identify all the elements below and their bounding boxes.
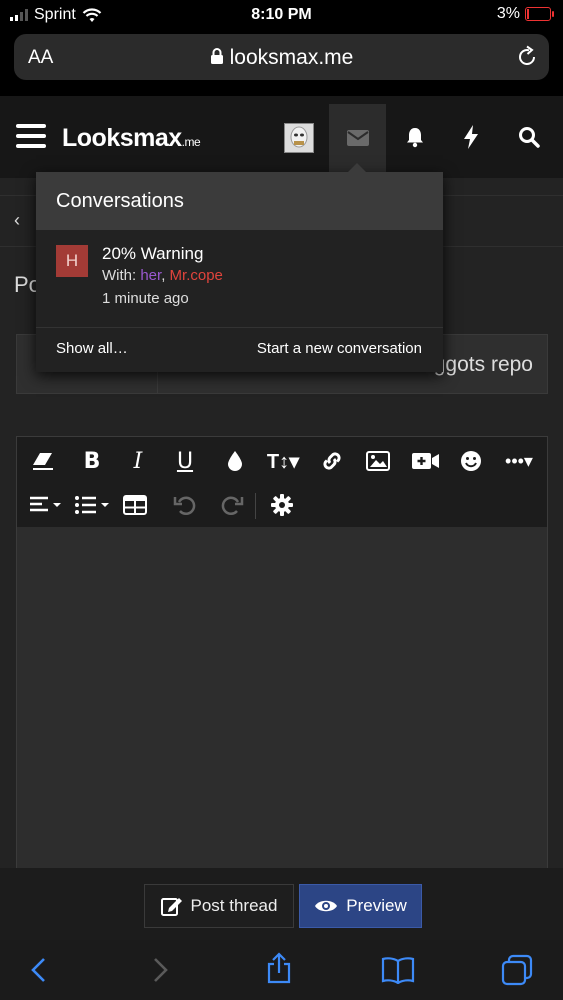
link-icon[interactable] [314, 443, 350, 479]
battery-percent: 3% [496, 5, 520, 22]
post-thread-label: Post thread [190, 896, 278, 915]
chevron-left-icon[interactable]: ‹ [14, 210, 20, 231]
font-size-icon[interactable]: T↕▾ [261, 443, 305, 479]
site-header: Looksmax.me [0, 96, 563, 178]
forward-icon[interactable] [153, 957, 169, 983]
lightning-icon[interactable] [463, 125, 479, 149]
color-icon[interactable] [217, 443, 253, 479]
popup-footer: Show all… Start a new conversation [36, 327, 443, 373]
video-icon[interactable] [408, 443, 444, 479]
url-text: looksmax.me [229, 46, 354, 69]
tabs-icon[interactable] [501, 954, 533, 986]
user-avatar[interactable] [284, 123, 314, 153]
toolbar-divider [255, 493, 256, 519]
url-display[interactable]: looksmax.me [14, 46, 549, 70]
bookmarks-icon[interactable] [381, 956, 415, 984]
editor-toolbar: B I U T↕▾ •••▾ [17, 437, 547, 527]
start-conversation-link[interactable]: Start a new conversation [257, 340, 422, 357]
list-icon[interactable] [70, 487, 114, 523]
participant-link[interactable]: Mr.cope [170, 267, 223, 284]
battery-icon [525, 7, 554, 21]
edit-icon [160, 898, 182, 916]
browser-address-area: AA looksmax.me [0, 30, 563, 96]
eye-icon [315, 900, 338, 912]
back-icon[interactable] [30, 957, 46, 983]
participant-link[interactable]: her [140, 267, 161, 284]
form-actions: Post thread Preview [0, 868, 563, 940]
bold-icon[interactable]: B [74, 443, 110, 479]
undo-icon[interactable] [167, 487, 203, 523]
lock-icon [210, 48, 223, 64]
share-icon[interactable] [265, 952, 293, 984]
address-bar[interactable]: AA looksmax.me [14, 34, 549, 80]
popup-pointer [348, 163, 366, 172]
thread-title-value: ggots repo [433, 353, 533, 376]
table-icon[interactable] [117, 487, 153, 523]
underline-icon[interactable]: U [167, 443, 203, 479]
preview-button[interactable]: Preview [299, 884, 422, 928]
show-all-link[interactable]: Show all… [56, 340, 128, 357]
conversation-title[interactable]: 20% Warning [102, 244, 203, 264]
align-icon[interactable] [23, 487, 67, 523]
envelope-icon [347, 130, 369, 146]
reload-icon[interactable] [515, 45, 539, 69]
image-icon[interactable] [360, 443, 396, 479]
more-options-icon[interactable]: •••▾ [497, 443, 541, 479]
menu-icon[interactable] [16, 124, 46, 148]
conversation-participants: With: her, Mr.cope [102, 267, 223, 284]
site-logo[interactable]: Looksmax.me [62, 124, 201, 153]
clock: 8:10 PM [251, 6, 312, 23]
conversation-avatar[interactable]: H [56, 245, 88, 277]
bell-icon[interactable] [404, 126, 426, 148]
smiley-icon[interactable] [453, 443, 489, 479]
popup-title: Conversations [56, 190, 184, 212]
conversations-popup: Conversations H 20% Warning With: her, M… [36, 163, 443, 373]
search-icon[interactable] [518, 126, 540, 148]
conversation-time: 1 minute ago [102, 290, 189, 307]
with-label: With: [102, 267, 137, 284]
status-bar: Sprint 8:10 PM 3% [0, 0, 563, 30]
browser-toolbar [0, 940, 563, 1000]
gear-icon[interactable] [264, 487, 300, 523]
redo-icon[interactable] [214, 487, 250, 523]
italic-icon[interactable]: I [120, 443, 156, 479]
message-editor[interactable]: B I U T↕▾ •••▾ [16, 436, 548, 870]
post-thread-button[interactable]: Post thread [144, 884, 294, 928]
eraser-icon[interactable] [25, 443, 61, 479]
preview-label: Preview [346, 896, 407, 915]
battery-info: 3% [496, 5, 554, 23]
popup-header: Conversations [36, 172, 443, 230]
